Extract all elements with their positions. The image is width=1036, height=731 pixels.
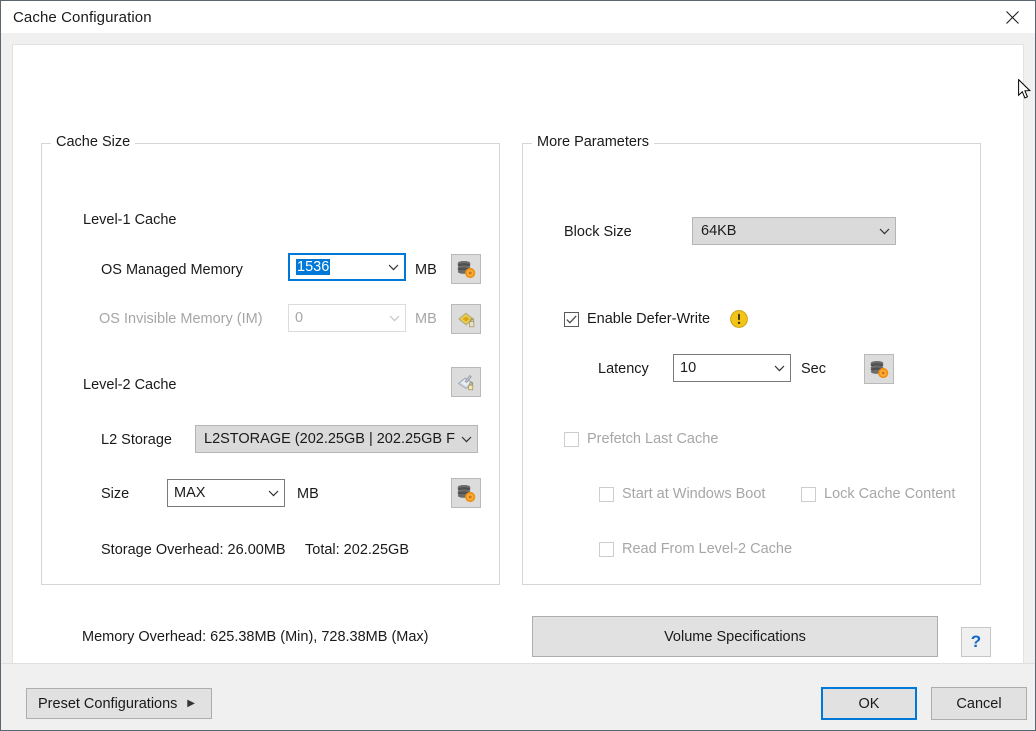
level1-cache-heading: Level-1 Cache: [83, 212, 177, 228]
enable-defer-write-label: Enable Defer-Write: [587, 311, 711, 327]
l2-storage-value: L2STORAGE (202.25GB | 202.25GB Free: [204, 431, 455, 447]
dialog-body: Cache Size Level-1 Cache OS Managed Memo…: [1, 33, 1035, 663]
cancel-button[interactable]: Cancel: [931, 687, 1027, 720]
os-invisible-memory-value: 0: [295, 310, 304, 326]
block-size-dropdown[interactable]: 64KB: [692, 217, 896, 245]
ok-button[interactable]: OK: [821, 687, 917, 720]
read-from-level2-cache-checkbox: Read From Level-2 Cache: [599, 541, 792, 557]
database-gear-icon[interactable]: [451, 254, 481, 284]
checkbox-box: [599, 541, 614, 557]
close-icon[interactable]: [989, 1, 1035, 33]
storage-overhead-text: Storage Overhead: 26.00MB: [101, 542, 286, 558]
disk-wand-icon[interactable]: [451, 367, 481, 397]
level2-cache-heading: Level-2 Cache: [83, 377, 177, 393]
os-invisible-memory-label: OS Invisible Memory (IM): [99, 311, 263, 327]
chevron-right-icon: ▶: [187, 698, 195, 709]
os-managed-memory-value: 1536: [296, 259, 331, 275]
read-from-level2-cache-label: Read From Level-2 Cache: [622, 541, 793, 557]
latency-unit: Sec: [801, 361, 826, 377]
prefetch-last-cache-label: Prefetch Last Cache: [587, 431, 719, 447]
preset-configurations-button[interactable]: Preset Configurations ▶: [26, 688, 212, 719]
enable-defer-write-checkbox[interactable]: Enable Defer-Write: [564, 311, 710, 327]
database-gear-icon[interactable]: [451, 478, 481, 508]
storage-total-text: Total: 202.25GB: [305, 542, 409, 558]
block-size-value: 64KB: [701, 223, 737, 239]
os-invisible-memory-combo: 0: [288, 304, 406, 332]
checkbox-box: [801, 486, 816, 502]
os-managed-memory-label: OS Managed Memory: [101, 262, 243, 278]
block-size-label: Block Size: [564, 224, 632, 240]
start-at-windows-boot-checkbox: Start at Windows Boot: [599, 486, 765, 502]
title-bar: Cache Configuration: [1, 1, 1035, 33]
help-icon[interactable]: ?: [961, 627, 991, 657]
chevron-down-icon: [455, 436, 477, 443]
cache-size-group: Cache Size: [41, 134, 500, 585]
chevron-down-icon: [382, 264, 404, 271]
lock-cache-content-checkbox: Lock Cache Content: [801, 486, 955, 502]
start-at-windows-boot-label: Start at Windows Boot: [622, 486, 766, 502]
l2-size-label: Size: [101, 486, 130, 502]
memory-overhead-text: Memory Overhead: 625.38MB (Min), 728.38M…: [82, 629, 429, 645]
chevron-down-icon: [873, 228, 895, 235]
l2-size-unit: MB: [297, 486, 319, 502]
checkbox-box: [564, 431, 579, 447]
os-managed-memory-combo[interactable]: 1536: [288, 253, 406, 281]
latency-value: 10: [680, 360, 697, 376]
os-invisible-memory-unit: MB: [415, 311, 437, 327]
checkbox-box: [564, 311, 579, 327]
chevron-down-icon: [262, 490, 284, 497]
l2-size-combo[interactable]: MAX: [167, 479, 285, 507]
memory-chip-icon[interactable]: [451, 304, 481, 334]
window-title: Cache Configuration: [13, 8, 152, 26]
warning-icon: [730, 310, 748, 328]
chevron-down-icon: [768, 365, 790, 372]
more-parameters-legend: More Parameters: [532, 134, 655, 150]
latency-label: Latency: [598, 361, 649, 377]
database-gear-icon[interactable]: [864, 354, 894, 384]
preset-configurations-label: Preset Configurations: [38, 695, 178, 712]
volume-specifications-button[interactable]: Volume Specifications: [532, 616, 938, 657]
checkbox-box: [599, 486, 614, 502]
l2-size-value: MAX: [174, 485, 206, 501]
chevron-down-icon: [383, 315, 405, 322]
cache-configuration-window: Cache Configuration Cache Size Level-1 C…: [0, 0, 1036, 731]
cache-size-legend: Cache Size: [51, 134, 136, 150]
lock-cache-content-label: Lock Cache Content: [824, 486, 956, 502]
prefetch-last-cache-checkbox: Prefetch Last Cache: [564, 431, 718, 447]
l2-storage-label: L2 Storage: [101, 432, 172, 448]
latency-combo[interactable]: 10: [673, 354, 791, 382]
os-managed-memory-unit: MB: [415, 262, 437, 278]
l2-storage-dropdown[interactable]: L2STORAGE (202.25GB | 202.25GB Free: [195, 425, 478, 453]
